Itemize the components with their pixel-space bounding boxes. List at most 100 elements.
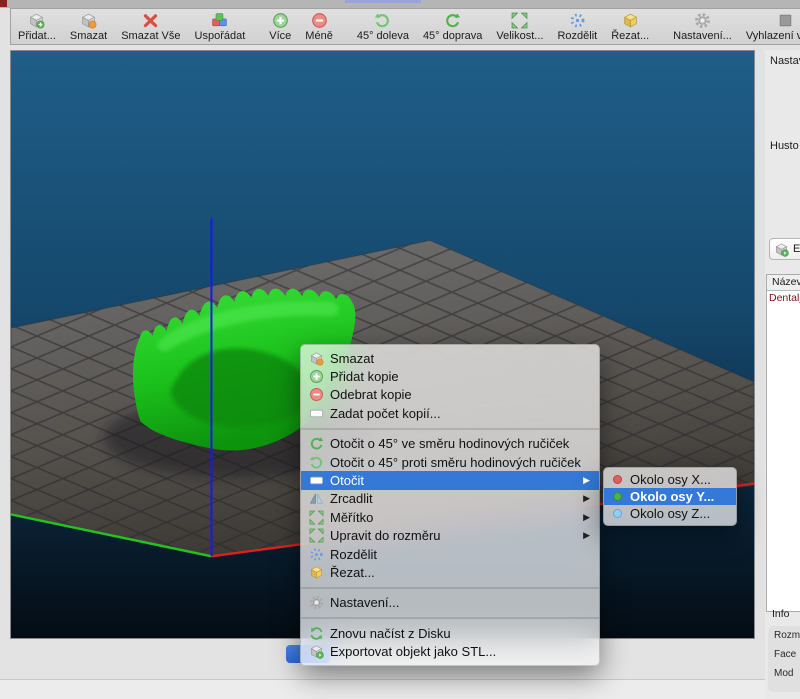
split-icon — [569, 12, 586, 29]
toolbar-label: Smazat — [70, 30, 107, 42]
toolbar-button-scale[interactable]: Velikost... — [489, 9, 550, 44]
submenu-arrow-icon: ▶ — [583, 512, 590, 523]
menu-item-label: Exportovat objekt jako STL... — [330, 644, 496, 659]
delete-object-icon — [80, 12, 97, 29]
menu-item-scale[interactable]: Měřítko ▶ — [301, 508, 599, 526]
submenu-item-label: Okolo osy Z... — [630, 506, 710, 521]
density-label: Husto — [770, 140, 799, 152]
info-box: Rozm Face Mod — [768, 626, 800, 692]
toolbar-label: 45° doleva — [357, 30, 409, 42]
submenu-arrow-icon: ▶ — [583, 493, 590, 504]
toolbar-label: Smazat Vše — [121, 30, 180, 42]
window-close-fragment[interactable] — [0, 0, 7, 7]
menu-item-label: Smazat — [330, 351, 374, 366]
submenu-arrow-icon: ▶ — [583, 530, 590, 541]
cut-icon — [622, 12, 639, 29]
window-chrome-strip — [0, 0, 800, 8]
toolbar-button-more[interactable]: Více — [262, 9, 298, 44]
rotate-right-icon — [444, 12, 461, 29]
axis-z-dot-icon — [613, 509, 622, 518]
submenu-item-label: Okolo osy Y... — [630, 489, 714, 504]
menu-item-label: Otočit o 45° proti směru hodinových ruči… — [330, 455, 581, 470]
submenu-item-around-z[interactable]: Okolo osy Z... — [604, 505, 736, 522]
object-list-row[interactable]: Dental_ — [767, 291, 800, 305]
menu-item-reload-from-disk[interactable]: Znovu načíst z Disku — [301, 624, 599, 642]
toolbar-button-arrange[interactable]: Uspořádat — [188, 9, 253, 44]
menu-item-cut[interactable]: Řezat... — [301, 563, 599, 581]
toolbar-button-split[interactable]: Rozdělit — [550, 9, 604, 44]
info-section-label: Info — [772, 608, 790, 620]
toolbar-label: Vyhlazení vrstev — [746, 30, 800, 42]
menu-item-remove-copy[interactable]: Odebrat kopie — [301, 386, 599, 404]
remove-copy-icon — [309, 387, 324, 402]
submenu-item-around-y[interactable]: Okolo osy Y... — [604, 488, 736, 505]
toolbar-button-delete[interactable]: Smazat — [63, 9, 114, 44]
object-list-table[interactable]: Název Dental_ — [766, 274, 800, 612]
menu-item-settings[interactable]: Nastavení... — [301, 594, 599, 612]
titlebar-accent-strip — [345, 0, 421, 3]
submenu-arrow-icon: ▶ — [583, 475, 590, 486]
toolbar-label: Řezat... — [611, 30, 649, 42]
menu-item-label: Otočit o 45° ve směru hodinových ručiček — [330, 436, 569, 451]
info-row-facets: Face — [768, 645, 800, 664]
menu-item-label: Přidat kopie — [330, 369, 399, 384]
rotate-cw-icon — [309, 436, 324, 451]
fewer-copies-icon — [311, 12, 328, 29]
toolbar-button-layer-smoothing[interactable]: Vyhlazení vrstev — [739, 9, 800, 44]
toolbar-label: Méně — [305, 30, 333, 42]
rotate-ccw-icon — [309, 455, 324, 470]
menu-item-fit-size[interactable]: Upravit do rozměru ▶ — [301, 527, 599, 545]
menu-item-mirror[interactable]: Zrcadlit ▶ — [301, 490, 599, 508]
toolbar-label: Uspořádat — [195, 30, 246, 42]
settings-gear-icon — [309, 595, 324, 610]
rotate-submenu: Okolo osy X... Okolo osy Y... Okolo osy … — [603, 467, 737, 526]
scale-icon — [309, 510, 324, 525]
rotate-icon — [309, 473, 324, 488]
menu-item-export-stl[interactable]: Exportovat objekt jako STL... — [301, 642, 599, 660]
print-settings-label: Nastav — [770, 55, 800, 67]
menu-separator — [301, 587, 599, 589]
info-row-dimensions: Rozm — [768, 626, 800, 645]
toolbar-button-cut[interactable]: Řezat... — [604, 9, 656, 44]
menu-item-label: Nastavení... — [330, 595, 399, 610]
split-icon — [309, 547, 324, 562]
scale-icon — [511, 12, 528, 29]
reload-icon — [309, 626, 324, 641]
cut-icon — [309, 565, 324, 580]
toolbar-button-rotate-left[interactable]: 45° doleva — [350, 9, 416, 44]
object-list-header: Název — [767, 275, 800, 291]
menu-item-label: Zrcadlit — [330, 491, 373, 506]
toolbar-button-settings[interactable]: Nastavení... — [666, 9, 739, 44]
submenu-item-around-x[interactable]: Okolo osy X... — [604, 471, 736, 488]
toolbar: Přidat... Smazat Smazat Vše Uspořádat Ví… — [10, 8, 800, 45]
axis-y-dot-icon — [613, 492, 622, 501]
rotate-left-icon — [374, 12, 391, 29]
settings-gear-icon — [694, 12, 711, 29]
arrange-icon — [211, 12, 228, 29]
info-row-model: Mod — [768, 664, 800, 683]
toolbar-label: 45° doprava — [423, 30, 482, 42]
menu-separator — [301, 428, 599, 430]
menu-item-label: Upravit do rozměru — [330, 528, 441, 543]
menu-item-label: Otočit — [330, 473, 364, 488]
context-menu: Smazat Přidat kopie Odebrat kopie Zadat … — [300, 344, 600, 666]
delete-object-icon — [309, 351, 324, 366]
axis-x-dot-icon — [613, 475, 622, 484]
menu-item-add-copy[interactable]: Přidat kopie — [301, 367, 599, 385]
menu-item-rotate-45-cw[interactable]: Otočit o 45° ve směru hodinových ručiček — [301, 435, 599, 453]
menu-item-rotate-45-ccw[interactable]: Otočit o 45° proti směru hodinových ruči… — [301, 453, 599, 471]
toolbar-button-rotate-right[interactable]: 45° doprava — [416, 9, 489, 44]
toolbar-button-fewer[interactable]: Méně — [298, 9, 340, 44]
panel-export-button[interactable]: E — [769, 238, 800, 260]
menu-item-delete[interactable]: Smazat — [301, 349, 599, 367]
menu-item-rotate[interactable]: Otočit ▶ — [301, 471, 599, 489]
menu-item-split[interactable]: Rozdělit — [301, 545, 599, 563]
toolbar-button-delete-all[interactable]: Smazat Vše — [114, 9, 187, 44]
layer-smoothing-icon — [777, 12, 794, 29]
toolbar-button-add[interactable]: Přidat... — [11, 9, 63, 44]
toolbar-label: Nastavení... — [673, 30, 732, 42]
toolbar-label: Více — [269, 30, 291, 42]
add-copy-icon — [309, 369, 324, 384]
menu-item-set-copies[interactable]: Zadat počet kopií... — [301, 404, 599, 422]
toolbar-label: Velikost... — [496, 30, 543, 42]
